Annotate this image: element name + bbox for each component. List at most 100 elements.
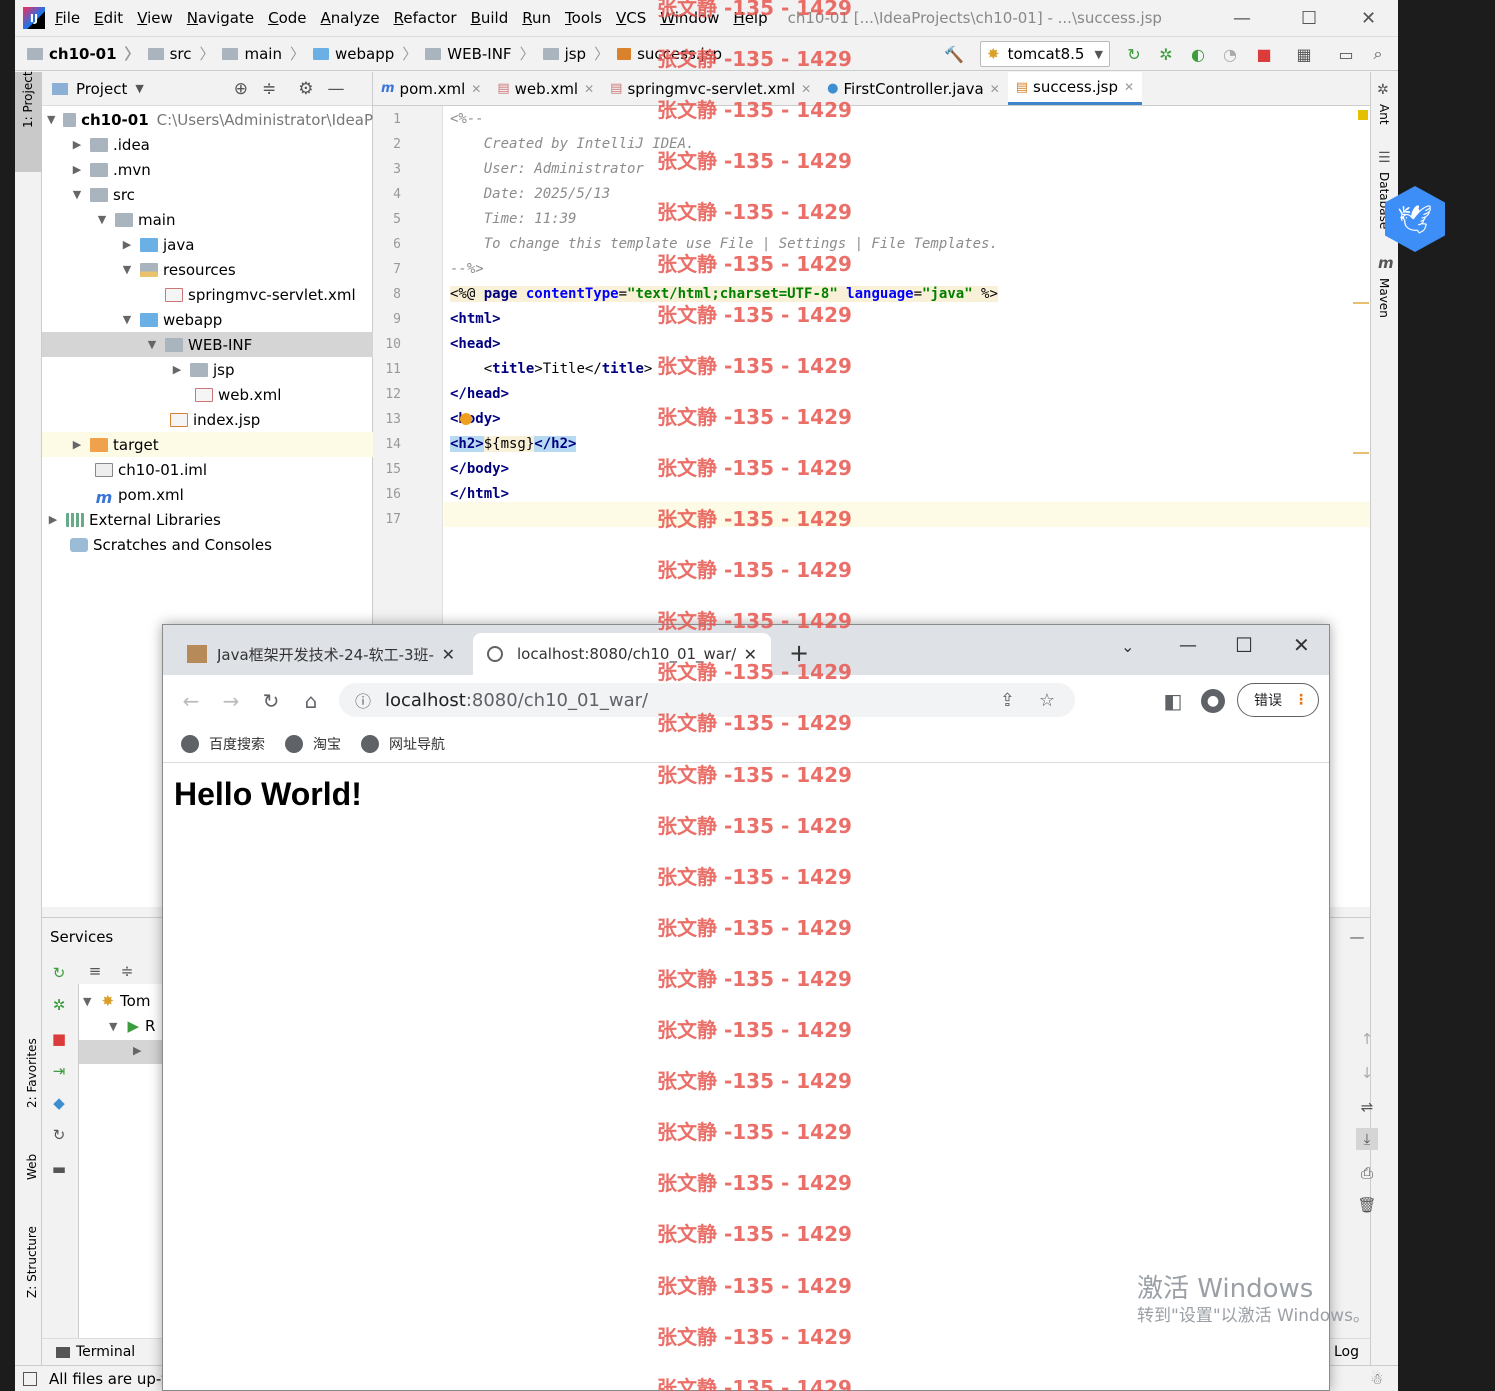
tab-web-xml[interactable]: ▤ web.xml ✕ [489, 72, 602, 105]
tab-search-icon[interactable]: ⌄ [1121, 637, 1134, 656]
arrow-down-icon[interactable]: ↓ [1358, 1064, 1376, 1082]
project-tool-button[interactable]: 1: Project [15, 71, 42, 172]
breadcrumb-jsp[interactable]: jsp 〉 [542, 43, 609, 64]
print-icon[interactable]: ⎙ [1358, 1164, 1376, 1182]
web-tool-label[interactable]: Web [25, 1154, 39, 1180]
side-panel-icon[interactable]: ◧ [1161, 689, 1185, 713]
breadcrumb-web-inf[interactable]: WEB-INF 〉 [425, 43, 535, 64]
breadcrumb-main[interactable]: main 〉 [222, 43, 305, 64]
menu-run[interactable]: Run [522, 9, 551, 27]
code-line-5[interactable]: Time: 11:39 [450, 206, 577, 231]
menu-analyze[interactable]: Analyze [321, 9, 380, 27]
layout-icon[interactable]: ▬ [50, 1160, 68, 1178]
tree-node-java[interactable]: ▶ java [42, 232, 373, 257]
tree-node-jsp[interactable]: ▶ jsp [42, 357, 373, 382]
tree-node-web-inf[interactable]: ▼ WEB-INF [42, 332, 373, 357]
forward-icon[interactable]: → [219, 689, 243, 713]
maximize-icon[interactable]: ☐ [1235, 633, 1253, 657]
code-line-4[interactable]: Date: 2025/5/13 [450, 181, 610, 206]
breadcrumb-src[interactable]: src 〉 [147, 43, 214, 64]
code-line-7[interactable]: --%> [450, 256, 484, 281]
menu-refactor[interactable]: Refactor [394, 9, 457, 27]
star-icon[interactable]: ☆ [1039, 690, 1055, 711]
bookmark-baidu[interactable]: 百度搜索 [181, 734, 265, 754]
search-icon[interactable]: ⌕ [1369, 44, 1387, 63]
layout-icon[interactable]: ▭ [1337, 45, 1355, 64]
close-icon[interactable]: ✕ [584, 82, 594, 96]
menu-edit[interactable]: Edit [94, 9, 123, 27]
close-tab-icon[interactable]: ✕ [442, 645, 455, 664]
debug-icon[interactable]: ✲ [1157, 45, 1175, 64]
tab-pom-xml[interactable]: m pom.xml ✕ [373, 72, 489, 105]
refresh-icon[interactable]: ↻ [50, 1126, 68, 1144]
code-line-1[interactable]: <%-- [450, 106, 484, 131]
tree-node-mvn[interactable]: ▶ .mvn [42, 157, 373, 182]
tree-node-web-xml[interactable]: web.xml [42, 382, 373, 407]
event-log-tab[interactable]: Log [1334, 1344, 1359, 1360]
tree-node-target[interactable]: ▶ target [42, 432, 373, 457]
code-line-11[interactable]: < title >Title</title > [450, 356, 653, 381]
structure-tool-label[interactable]: Z: Structure [25, 1226, 39, 1298]
stop-icon[interactable]: ■ [50, 1030, 68, 1048]
close-icon[interactable]: ✕ [1124, 80, 1134, 94]
back-icon[interactable]: ← [179, 689, 203, 713]
breadcrumb-project[interactable]: ch10-01 〉 [27, 43, 140, 64]
tree-node-src[interactable]: ▼ src [42, 182, 373, 207]
error-stripe-mark[interactable] [1353, 302, 1369, 304]
close-icon[interactable]: ✕ [1361, 8, 1376, 29]
favorites-tool-label[interactable]: 2: Favorites [25, 1038, 39, 1108]
deploy-icon[interactable]: ⇥ [50, 1062, 68, 1080]
site-info-icon[interactable]: ⓘ [355, 688, 371, 712]
code-line-15[interactable]: </body> [450, 456, 509, 481]
debug-icon[interactable]: ✲ [50, 996, 68, 1014]
browser-tab-course[interactable]: Java框架开发技术-24-软工-3班- ✕ [173, 633, 469, 675]
build-hammer-icon[interactable]: 🔨 [944, 45, 964, 64]
bookmark-nav[interactable]: 网址导航 [361, 734, 445, 754]
hide-icon[interactable]: — [1348, 928, 1366, 946]
tree-node-external-libraries[interactable]: ▶ External Libraries [42, 507, 373, 532]
tree-node-iml[interactable]: ch10-01.iml [42, 457, 373, 482]
code-line-9[interactable]: <html> [450, 306, 501, 331]
artifact-icon[interactable]: ◆ [50, 1094, 68, 1112]
error-button[interactable]: 错误 ⋮ [1237, 683, 1319, 717]
inspector-icon[interactable]: ☃ [1370, 1370, 1383, 1388]
reload-icon[interactable]: ↻ [259, 689, 283, 713]
tree-node-resources[interactable]: ▼ resources [42, 257, 373, 282]
minimize-icon[interactable]: — [1233, 8, 1251, 29]
home-icon[interactable]: ⌂ [299, 689, 323, 713]
intention-bulb-icon[interactable] [460, 413, 472, 425]
tree-node-project[interactable]: ▼ ch10-01 C:\Users\Administrator\IdeaP [42, 107, 373, 132]
locate-icon[interactable]: ⊕ [234, 79, 248, 99]
error-stripe-mark[interactable] [1353, 452, 1369, 454]
tab-success-jsp[interactable]: ▤ success.jsp ✕ [1007, 72, 1143, 105]
menu-view[interactable]: View [137, 9, 173, 27]
breadcrumb-webapp[interactable]: webapp 〉 [312, 43, 417, 64]
profile-icon[interactable]: ◔ [1221, 45, 1239, 64]
arrow-up-icon[interactable]: ↑ [1358, 1030, 1376, 1048]
expand-all-icon[interactable]: ≡ [86, 962, 104, 980]
menu-code[interactable]: Code [268, 9, 306, 27]
menu-file[interactable]: File [55, 9, 80, 27]
rerun-icon[interactable]: ↻ [1125, 45, 1143, 64]
collapse-all-icon[interactable]: ≑ [262, 79, 276, 99]
run-configuration-select[interactable]: ✸ tomcat8.5 ▼ [980, 41, 1110, 67]
soft-wrap-icon[interactable]: ⇌ [1358, 1098, 1376, 1116]
tree-node-index-jsp[interactable]: index.jsp [42, 407, 373, 432]
ant-tool-label[interactable]: Ant [1377, 104, 1391, 125]
tree-node-idea[interactable]: ▶ .idea [42, 132, 373, 157]
code-line-13[interactable]: <body> [450, 406, 501, 431]
project-structure-icon[interactable]: ▦ [1295, 45, 1313, 64]
tree-node-pom[interactable]: m pom.xml [42, 482, 373, 507]
bookmark-taobao[interactable]: 淘宝 [285, 734, 341, 754]
scroll-to-end-icon[interactable]: ⤓ [1356, 1128, 1378, 1150]
trash-icon[interactable]: 🗑 [1357, 1196, 1376, 1214]
close-icon[interactable]: ✕ [471, 82, 481, 96]
stop-icon[interactable]: ■ [1255, 45, 1273, 64]
toggle-panels-icon[interactable] [23, 1371, 37, 1386]
menu-build[interactable]: Build [471, 9, 509, 27]
rerun-icon[interactable]: ↻ [50, 964, 68, 982]
share-icon[interactable]: ⇪ [1000, 690, 1015, 711]
tree-node-scratches[interactable]: Scratches and Consoles [42, 532, 373, 557]
coverage-icon[interactable]: ◐ [1189, 45, 1207, 64]
minimize-icon[interactable]: — [1179, 635, 1197, 656]
